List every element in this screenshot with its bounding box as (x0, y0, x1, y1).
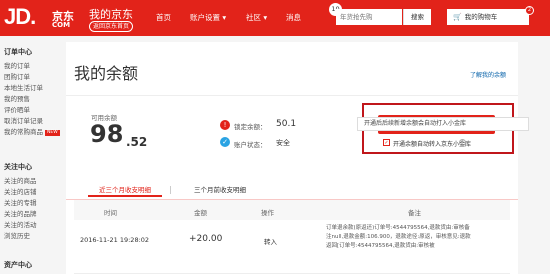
cart-label: 我的购物车 (464, 13, 498, 21)
learn-balance-link[interactable]: 了解我的余额 (470, 70, 506, 79)
column-header-amount: 金额 (194, 209, 207, 217)
sidebar-heading-orders: 订单中心 (4, 48, 32, 56)
search-input[interactable] (336, 9, 402, 25)
logo-text-com: COM (52, 21, 71, 29)
auto-transfer-tooltip: 开通后后续新增余额会自动打入小金库 (357, 117, 529, 131)
row-operation: 转入 (264, 238, 277, 246)
account-status-value: 安全 (276, 139, 290, 147)
column-header-remark: 备注 (408, 209, 421, 217)
locked-balance-value: 50.1 (276, 119, 297, 129)
nav-community[interactable]: 社区 ▾ (246, 12, 267, 23)
lock-icon: ! (220, 120, 230, 130)
nav-home[interactable]: 首页 (156, 12, 171, 23)
column-header-time: 时间 (104, 209, 117, 217)
sidebar-item-followed-albums[interactable]: 关注的专辑 (4, 197, 37, 207)
my-jd-title: 我的京东 (89, 8, 133, 21)
column-header-operation: 操作 (261, 209, 274, 217)
cart-icon: 🛒 (453, 13, 462, 21)
row-time: 2016-11-21 19:28:02 (80, 236, 150, 244)
nav-messages[interactable]: 消息 (286, 12, 301, 23)
search-button[interactable]: 搜索 (403, 9, 431, 25)
tab-last-three-months[interactable]: 近三个月收支明细 (88, 183, 162, 197)
sidebar-item-browse-history[interactable]: 浏览历史 (4, 230, 30, 240)
cart-count-badge: 2 (525, 6, 534, 15)
locked-balance-label: 锁定余额： (234, 123, 267, 131)
sidebar-heading-assets: 资产中心 (4, 261, 32, 269)
help-icon[interactable]: ? (459, 139, 466, 146)
balance-panel: 我的余额 了解我的余额 可用余额 98 .52 ! 锁定余额： 50.1 ✓ 账… (66, 42, 518, 274)
jd-logo[interactable]: JD. (4, 4, 36, 30)
new-badge: NEW (45, 130, 60, 136)
check-icon: ✓ (220, 137, 230, 147)
tab-separator (170, 186, 171, 194)
auto-transfer-checkbox[interactable]: ✓ (383, 139, 390, 146)
table-header: 时间 金额 操作 备注 (74, 200, 510, 220)
balance-integer: 98 (90, 120, 124, 148)
sidebar: 订单中心 我的订单 团购订单 本地生活订单 我的预售 评价晒单 取消订单记录 我… (0, 36, 64, 274)
table-row: 2016-11-21 19:28:02 +20.00 转入 订单退余款(原返还)… (74, 220, 510, 274)
nav-account-settings[interactable]: 账户设置 ▾ (190, 12, 226, 23)
row-amount: +20.00 (189, 234, 223, 244)
sidebar-item-group-orders[interactable]: 团购订单 (4, 71, 30, 81)
sidebar-item-cancel-records[interactable]: 取消订单记录 (4, 115, 43, 125)
balance-decimal: .52 (126, 135, 148, 149)
sidebar-item-followed-brands[interactable]: 关注的品牌 (4, 208, 37, 218)
sidebar-item-local-orders[interactable]: 本地生活订单 (4, 82, 43, 92)
back-home-link[interactable]: 返回京东首页 (89, 21, 134, 32)
sidebar-item-frequent-items[interactable]: 我的常购商品 NEW (4, 126, 60, 136)
top-header: JD. 京东 COM 我的京东 返回京东首页 首页 账户设置 ▾ 社区 ▾ 消息… (0, 0, 550, 36)
sidebar-item-reviews[interactable]: 评价晒单 (4, 104, 30, 114)
sidebar-item-followed-products[interactable]: 关注的商品 (4, 175, 37, 185)
divider (66, 95, 518, 96)
sidebar-item-followed-shops[interactable]: 关注的店铺 (4, 186, 37, 196)
sidebar-item-followed-events[interactable]: 关注的活动 (4, 219, 37, 229)
sidebar-heading-follow: 关注中心 (4, 163, 32, 171)
sidebar-item-orders[interactable]: 我的订单 (4, 60, 30, 70)
tab-older-than-three-months[interactable]: 三个月前收支明细 (183, 183, 257, 197)
page-title: 我的余额 (74, 64, 139, 83)
cart-button[interactable]: 🛒 我的购物车 (447, 9, 529, 25)
account-status-label: 账户状态： (234, 141, 267, 149)
row-remark: 订单退余款(原返还)订单号:4544795564,退款货由:审核备 注null,… (326, 225, 471, 249)
sidebar-item-presale[interactable]: 我的预售 (4, 93, 30, 103)
